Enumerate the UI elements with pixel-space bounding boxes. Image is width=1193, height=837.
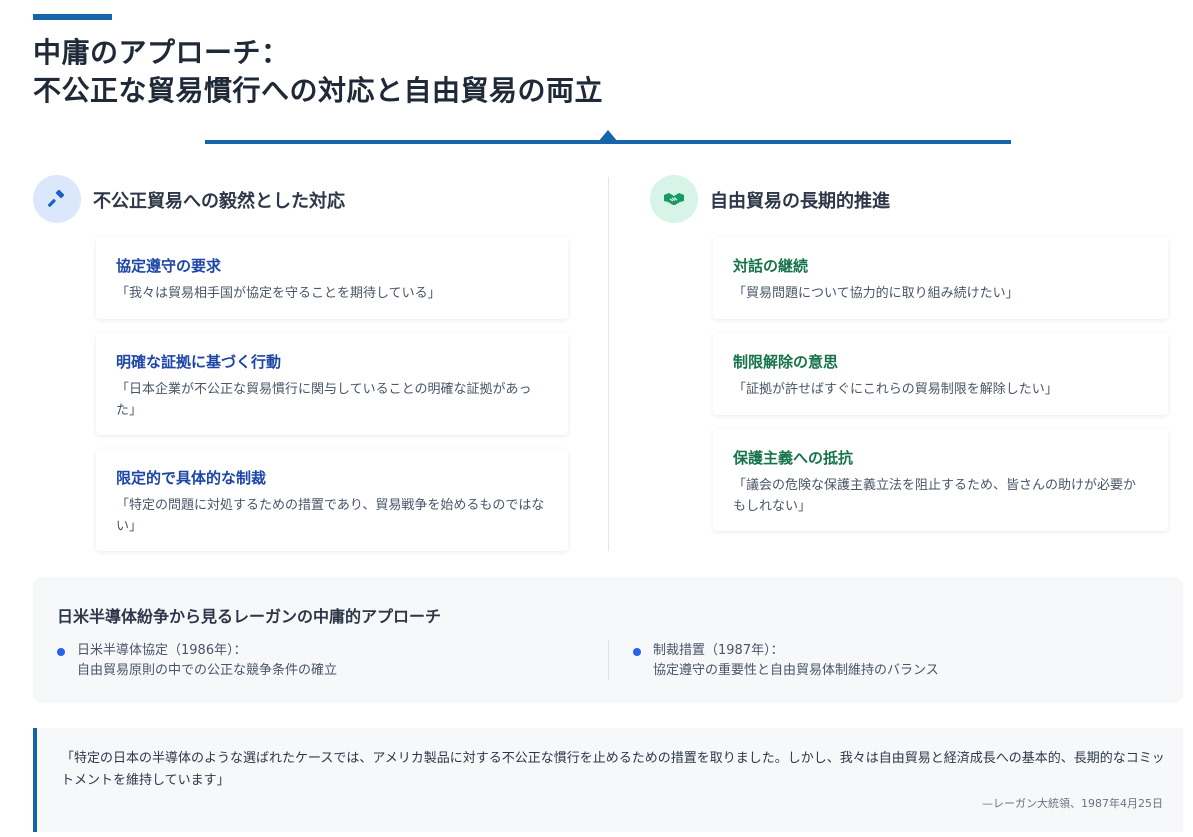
case-item-semiconductor-agreement: 日米半導体協定（1986年）： 自由貿易原則の中での公正な競争条件の確立 bbox=[57, 641, 338, 681]
quote-text: 「特定の日本の半導体のような選ばれたケースでは、アメリカ製品に対する不公正な慣行… bbox=[61, 751, 1165, 788]
card-title: 限定的で具体的な制裁 bbox=[116, 469, 267, 487]
case-item-label: 制裁措置（1987年）： bbox=[653, 643, 784, 658]
left-column: 不公正貿易への毅然とした対応 協定遵守の要求 「我々は貿易相手国が協定を守ること… bbox=[33, 175, 573, 551]
card-quote: 「証拠が許せばすぐにこれらの貿易制限を解除したい」 bbox=[733, 382, 1058, 397]
card-quote: 「議会の危険な保護主義立法を阻止するため、皆さんの助けが必要かもしれない」 bbox=[733, 478, 1137, 514]
case-item-desc: 自由貿易原則の中での公正な競争条件の確立 bbox=[77, 663, 338, 678]
case-study-title: 日米半導体紛争から見るレーガンの中庸的アプローチ bbox=[57, 607, 442, 626]
card-title: 協定遵守の要求 bbox=[116, 257, 222, 275]
left-column-heading: 不公正貿易への毅然とした対応 bbox=[93, 191, 345, 212]
card-evidence-based-action: 明確な証拠に基づく行動 「日本企業が不公正な貿易慣行に関与していることの明確な証… bbox=[96, 333, 568, 435]
title-accent-bar bbox=[33, 14, 112, 20]
left-column-header: 不公正貿易への毅然とした対応 bbox=[33, 175, 573, 225]
right-column: 自由貿易の長期的推進 対話の継続 「貿易問題について協力的に取り組み続けたい」 … bbox=[650, 175, 1190, 531]
case-item-sanctions: 制裁措置（1987年）： 協定遵守の重要性と自由貿易体制維持のバランス bbox=[633, 641, 939, 681]
card-quote: 「貿易問題について協力的に取り組み続けたい」 bbox=[733, 286, 1019, 301]
card-title: 対話の継続 bbox=[733, 257, 809, 275]
card-continued-dialogue: 対話の継続 「貿易問題について協力的に取り組み続けたい」 bbox=[713, 237, 1168, 319]
card-title: 保護主義への抵抗 bbox=[733, 449, 854, 467]
card-agreement-compliance: 協定遵守の要求 「我々は貿易相手国が協定を守ることを期待している」 bbox=[96, 237, 568, 319]
bullet-dot-icon bbox=[57, 648, 65, 656]
card-lifting-restrictions: 制限解除の意思 「証拠が許せばすぐにこれらの貿易制限を解除したい」 bbox=[713, 333, 1168, 415]
case-separator bbox=[608, 640, 609, 680]
card-quote: 「特定の問題に対処するための措置であり、貿易戦争を始めるものではない」 bbox=[116, 498, 545, 534]
case-item-label: 日米半導体協定（1986年）： bbox=[77, 643, 247, 658]
card-quote: 「我々は貿易相手国が協定を守ることを期待している」 bbox=[116, 286, 441, 301]
handshake-icon bbox=[650, 175, 698, 223]
page-title-line-2: 不公正な貿易慣行への対応と自由貿易の両立 bbox=[33, 74, 604, 107]
gavel-icon bbox=[33, 175, 81, 223]
card-title: 制限解除の意思 bbox=[733, 353, 839, 371]
right-column-header: 自由貿易の長期的推進 bbox=[650, 175, 1190, 225]
case-item-desc: 協定遵守の重要性と自由貿易体制維持のバランス bbox=[653, 663, 939, 678]
right-column-heading: 自由貿易の長期的推進 bbox=[710, 191, 890, 212]
page-title-line-1: 中庸のアプローチ： bbox=[33, 36, 290, 69]
quote-attribution: —レーガン大統領、1987年4月25日 bbox=[982, 797, 1163, 810]
card-resisting-protectionism: 保護主義への抵抗 「議会の危険な保護主義立法を阻止するため、皆さんの助けが必要か… bbox=[713, 429, 1168, 531]
case-study-box: 日米半導体紛争から見るレーガンの中庸的アプローチ 日米半導体協定（1986年）：… bbox=[33, 577, 1183, 703]
bullet-dot-icon bbox=[633, 648, 641, 656]
divider-triangle-icon bbox=[598, 130, 618, 142]
page-title: 中庸のアプローチ： 不公正な貿易慣行への対応と自由貿易の両立 bbox=[33, 34, 603, 110]
reagan-quote: 「特定の日本の半導体のような選ばれたケースでは、アメリカ製品に対する不公正な慣行… bbox=[33, 728, 1183, 832]
column-separator bbox=[608, 177, 609, 551]
card-limited-sanctions: 限定的で具体的な制裁 「特定の問題に対処するための措置であり、貿易戦争を始めるも… bbox=[96, 449, 568, 551]
card-title: 明確な証拠に基づく行動 bbox=[116, 353, 282, 371]
card-quote: 「日本企業が不公正な貿易慣行に関与していることの明確な証拠があった」 bbox=[116, 382, 532, 418]
